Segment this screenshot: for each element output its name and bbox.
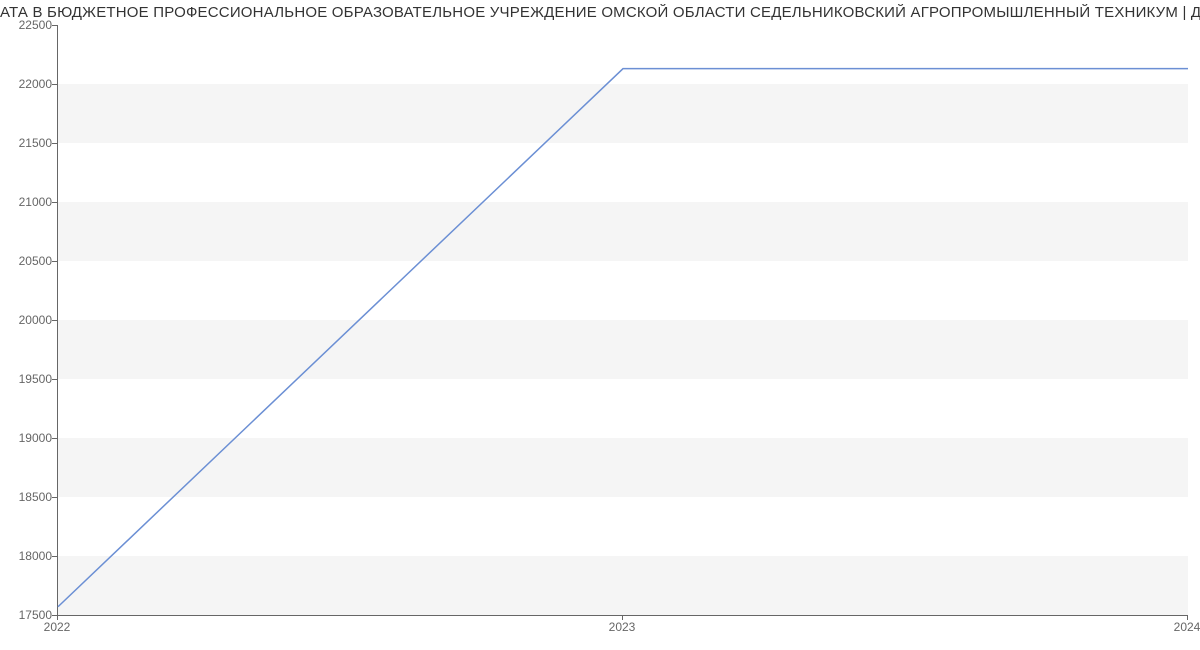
chart-title: АТА В БЮДЖЕТНОЕ ПРОФЕССИОНАЛЬНОЕ ОБРАЗОВ… — [0, 4, 1200, 21]
y-tick-label: 19000 — [4, 431, 52, 445]
y-tick-mark — [52, 202, 57, 203]
y-tick-label: 20000 — [4, 313, 52, 327]
x-tick-mark — [1187, 615, 1188, 620]
y-tick-mark — [52, 261, 57, 262]
y-tick-label: 18500 — [4, 490, 52, 504]
y-tick-mark — [52, 84, 57, 85]
y-tick-label: 20500 — [4, 254, 52, 268]
x-tick-label: 2022 — [44, 620, 71, 634]
y-tick-mark — [52, 497, 57, 498]
y-tick-label: 18000 — [4, 549, 52, 563]
y-tick-label: 21000 — [4, 195, 52, 209]
y-tick-mark — [52, 556, 57, 557]
x-tick-label: 2023 — [609, 620, 636, 634]
plot-area — [57, 25, 1188, 616]
y-tick-mark — [52, 320, 57, 321]
y-tick-mark — [52, 438, 57, 439]
x-tick-mark — [57, 615, 58, 620]
y-tick-label: 19500 — [4, 372, 52, 386]
y-tick-mark — [52, 143, 57, 144]
x-tick-mark — [622, 615, 623, 620]
y-tick-mark — [52, 379, 57, 380]
y-tick-label: 22000 — [4, 77, 52, 91]
chart-container: АТА В БЮДЖЕТНОЕ ПРОФЕССИОНАЛЬНОЕ ОБРАЗОВ… — [0, 0, 1200, 650]
x-tick-label: 2024 — [1174, 620, 1200, 634]
y-tick-mark — [52, 25, 57, 26]
y-tick-label: 21500 — [4, 136, 52, 150]
line-series — [58, 25, 1188, 615]
y-tick-label: 22500 — [4, 18, 52, 32]
